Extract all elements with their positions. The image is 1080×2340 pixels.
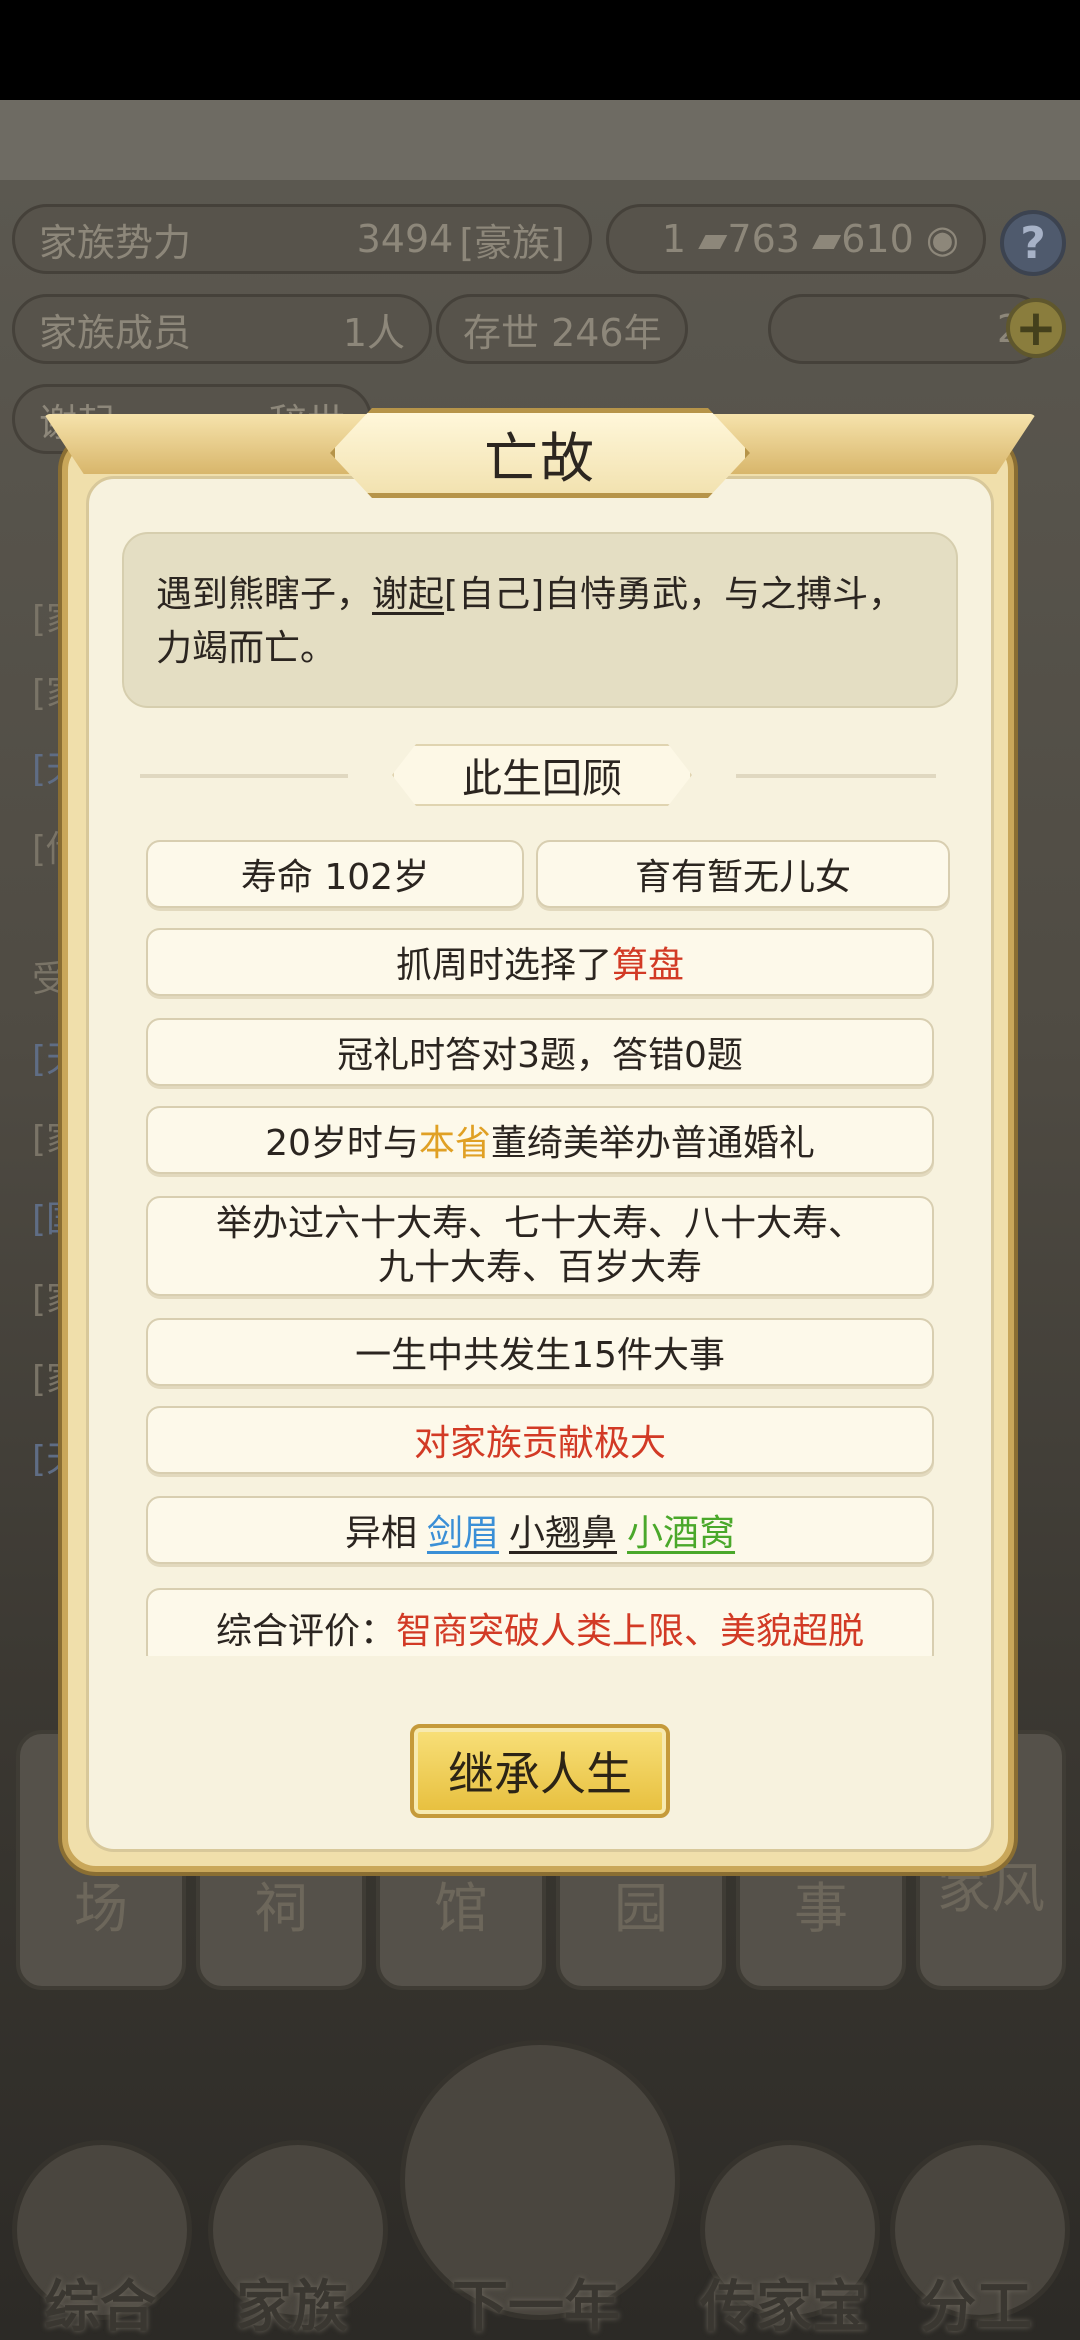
top-band (0, 100, 1080, 180)
status-bar (0, 0, 1080, 100)
review-list-clip[interactable]: 综合评价： 智商突破人类上限、美貌超脱 (146, 1580, 936, 1656)
family-power-panel[interactable]: 家族势力 3494 [豪族] (12, 204, 592, 274)
traits-label: 异相 (344, 1513, 417, 1554)
nav-next-year[interactable]: 下一年 (452, 2262, 620, 2340)
lifespan-text: 寿命 102岁 (240, 857, 430, 898)
existence-text: 存世 246年 (463, 310, 662, 355)
zhuazhou-item: 算盘 (612, 945, 685, 986)
trait-link[interactable]: 小酒窝 (627, 1504, 735, 1556)
building-tile-label: 场 (74, 1877, 128, 1940)
resources-panel[interactable]: 1 ▰763 ▰610 ◉ (606, 204, 986, 274)
evaluation-card: 综合评价： 智商突破人类上限、美貌超脱 (146, 1588, 934, 1656)
add-gold-icon[interactable]: + (1006, 298, 1066, 358)
traits-card: 异相 剑眉 小翘鼻 小酒窝 (146, 1496, 934, 1564)
trait-link[interactable]: 剑眉 (427, 1504, 499, 1556)
building-tile-label: 祠 (254, 1877, 308, 1940)
nav-heirloom[interactable]: 传家宝 (700, 2262, 868, 2340)
cause-text-pre: 遇到熊瞎子， (156, 574, 373, 615)
birthdays-card: 举办过六十大寿、七十大寿、八十大寿、 九十大寿、百岁大寿 (146, 1196, 934, 1296)
birthdays-line-1: 举办过六十大寿、七十大寿、八十大寿、 (215, 1203, 864, 1244)
guanli-card: 冠礼时答对3题，答错0题 (146, 1018, 934, 1086)
nav-division[interactable]: 分工 (920, 2262, 1032, 2340)
nav-family[interactable]: 家族 (236, 2262, 348, 2340)
building-tile-label: 园 (614, 1877, 668, 1940)
resources-value: 1 ▰763 ▰610 ◉ (661, 217, 959, 261)
family-members-panel[interactable]: 家族成员 1人 (12, 294, 432, 364)
building-tile-label: 馆 (434, 1877, 488, 1940)
section-divider-left (140, 774, 348, 778)
existence-panel: 存世 246年 (436, 294, 688, 364)
family-members-label: 家族成员 (39, 310, 192, 355)
events-text: 一生中共发生15件大事 (355, 1335, 725, 1376)
building-tile-label: 事 (794, 1877, 848, 1940)
wedding-text-pre: 20岁时与 (265, 1123, 419, 1164)
help-icon[interactable]: ? (1000, 210, 1066, 276)
family-members-value: 1人 (342, 310, 405, 355)
family-power-label: 家族势力 (39, 220, 192, 265)
section-divider-right (736, 774, 936, 778)
trait-link[interactable]: 小翘鼻 (509, 1504, 617, 1556)
family-power-value: 3494 (356, 217, 454, 261)
character-name-link[interactable]: 谢起 (372, 574, 444, 615)
wedding-place: 本省 (418, 1123, 491, 1164)
evaluation-label: 综合评价： (215, 1611, 396, 1652)
family-rank: [豪族] (459, 220, 565, 265)
death-cause-box: 遇到熊瞎子，谢起[自己]自恃勇武，与之搏斗，力竭而亡。 (122, 532, 958, 708)
events-card: 一生中共发生15件大事 (146, 1318, 934, 1386)
inherit-life-button[interactable]: 继承人生 (410, 1724, 670, 1818)
life-review-title: 此生回顾 (392, 744, 692, 806)
lifespan-card: 寿命 102岁 (146, 840, 524, 908)
contribution-card: 对家族贡献极大 (146, 1406, 934, 1474)
children-text: 育有暂无儿女 (634, 857, 851, 898)
zhuazhou-card: 抓周时选择了 算盘 (146, 928, 934, 996)
contribution-text: 对家族贡献极大 (413, 1423, 666, 1464)
birthdays-line-2: 九十大寿、百岁大寿 (377, 1247, 702, 1288)
zhuazhou-text: 抓周时选择了 (395, 945, 612, 986)
evaluation-value: 智商突破人类上限、美貌超脱 (396, 1611, 865, 1652)
guanli-text: 冠礼时答对3题，答错0题 (337, 1035, 743, 1076)
wedding-text-post: 董绮美举办普通婚礼 (490, 1123, 815, 1164)
dialog-title: 亡故 (330, 408, 750, 498)
wedding-card: 20岁时与 本省 董绮美举办普通婚礼 (146, 1106, 934, 1174)
nav-general[interactable]: 综合 (44, 2262, 156, 2340)
children-card: 育有暂无儿女 (536, 840, 950, 908)
